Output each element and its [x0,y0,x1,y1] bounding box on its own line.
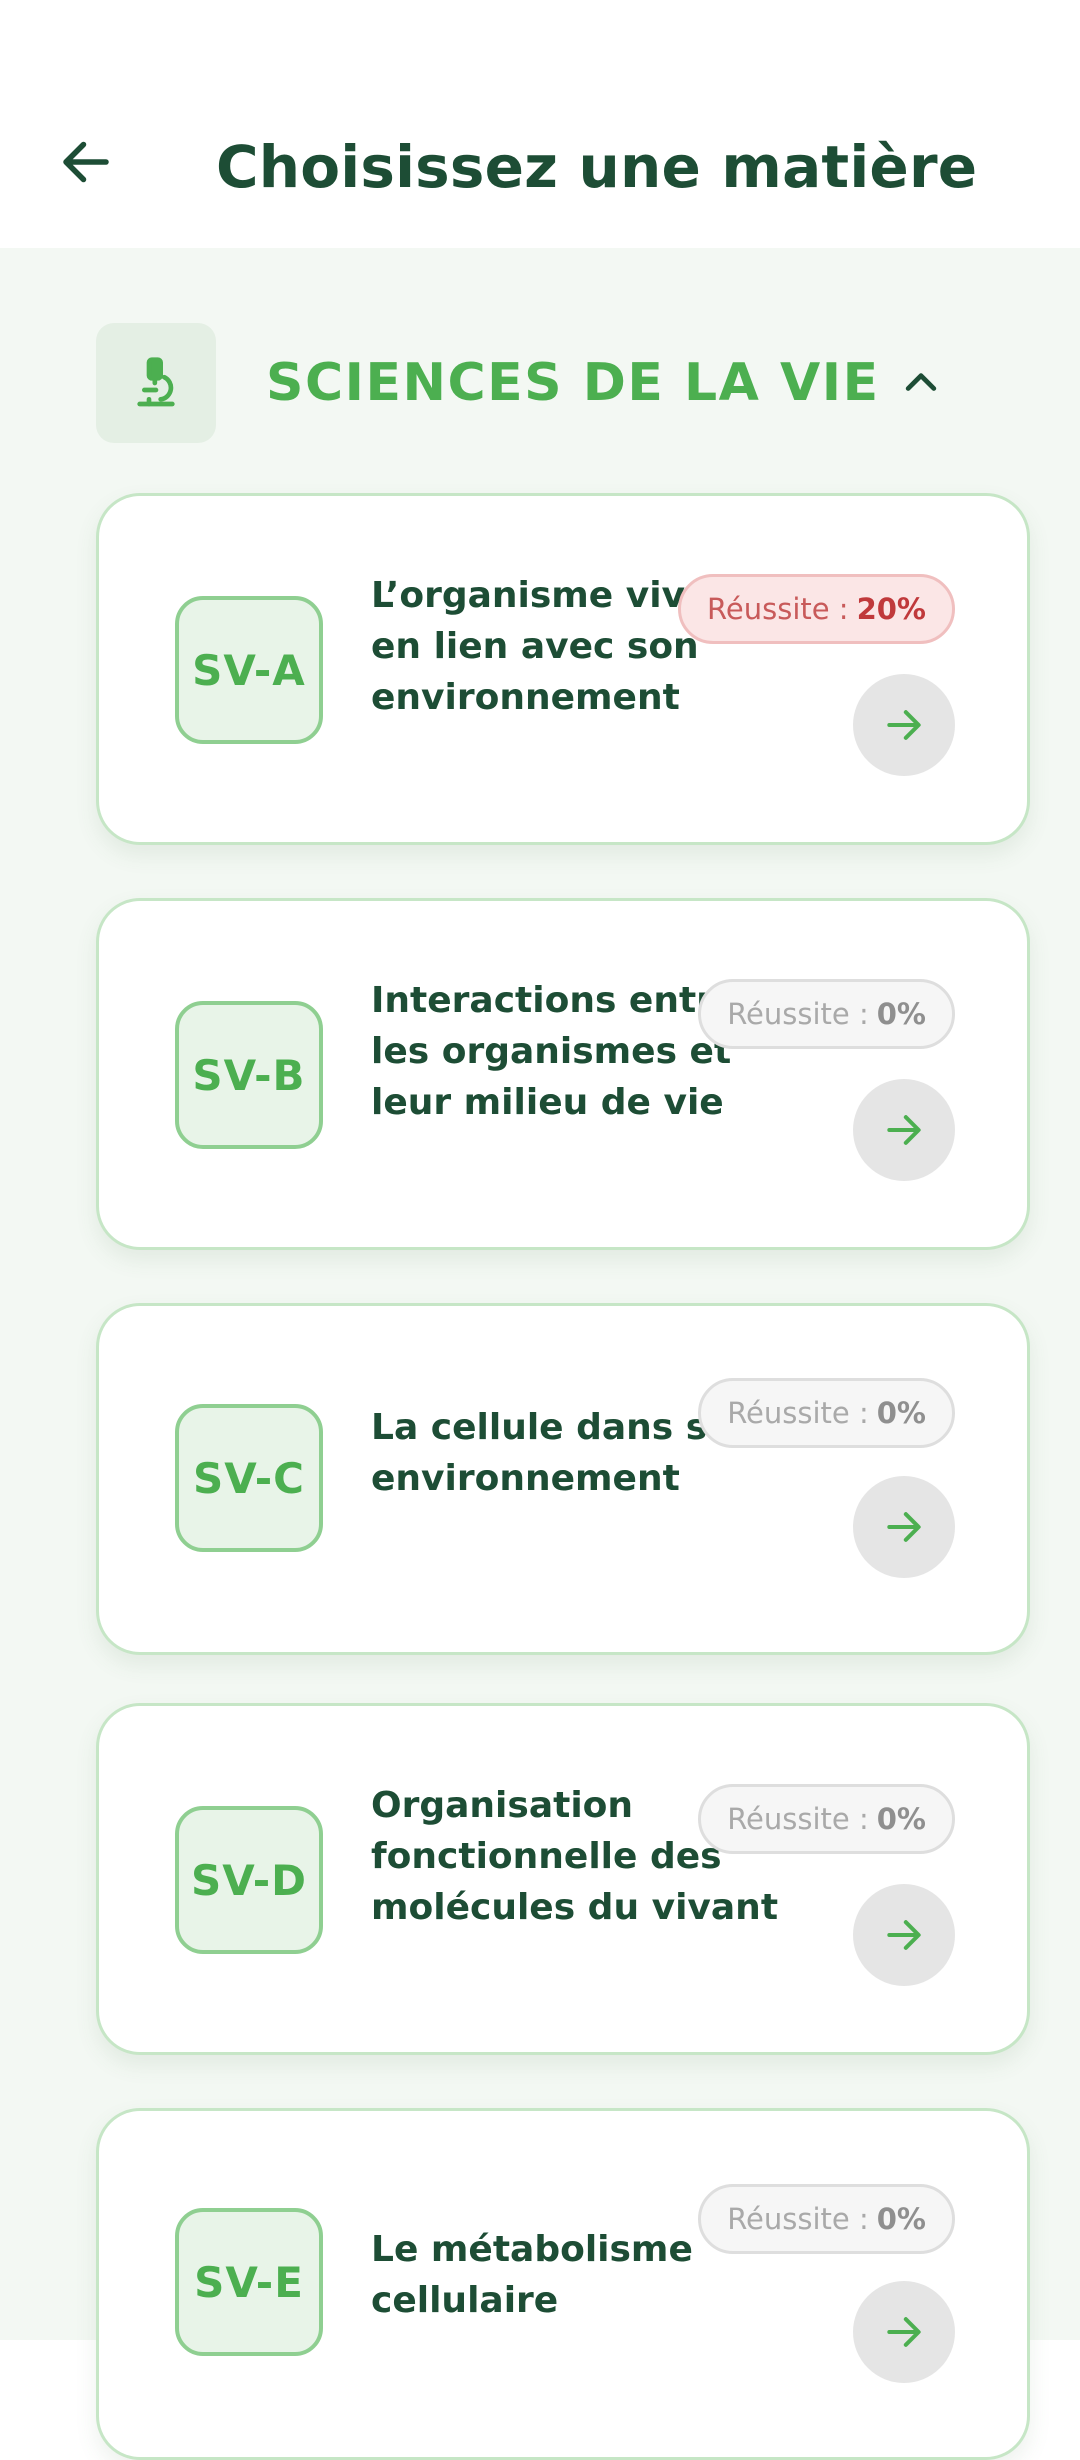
score-pill: Réussite : 20% [678,574,955,644]
section-title: SCIENCES DE LA VIE [266,353,880,413]
score-label: Réussite : [707,592,849,626]
score-pill: Réussite : 0% [698,2184,955,2254]
subject-card-sv-b[interactable]: SV-B Interactions entre les organismes e… [96,898,1030,1250]
score-value: 0% [876,1396,926,1430]
score-value: 0% [876,997,926,1031]
score-pill: Réussite : 0% [698,979,955,1049]
back-button[interactable] [46,122,126,202]
open-subject-button[interactable] [853,1079,955,1181]
open-subject-button[interactable] [853,1476,955,1578]
open-subject-button[interactable] [853,2281,955,2383]
score-label: Réussite : [727,1396,869,1430]
page-title: Choisissez une matière [216,133,978,201]
open-subject-button[interactable] [853,674,955,776]
score-pill: Réussite : 0% [698,1378,955,1448]
score-pill: Réussite : 0% [698,1784,955,1854]
subject-code-badge: SV-C [175,1404,323,1552]
subject-code-badge: SV-D [175,1806,323,1954]
arrow-right-icon [887,2317,921,2347]
open-subject-button[interactable] [853,1884,955,1986]
arrow-left-icon [63,141,109,183]
section-icon-box [96,323,216,443]
arrow-right-icon [887,1920,921,1950]
app-bar: Choisissez une matière [0,0,1080,248]
microscope-icon [137,357,175,407]
subject-list-area[interactable]: SCIENCES DE LA VIE SV-A L’organisme viva… [0,248,1080,2460]
subject-card-sv-e[interactable]: SV-E Le métabolisme cellulaire Réussite … [96,2108,1030,2460]
score-label: Réussite : [727,2202,869,2236]
subject-card-sv-d[interactable]: SV-D Organisation fonctionnelle des molé… [96,1703,1030,2055]
arrow-right-icon [887,710,921,740]
arrow-right-icon [887,1512,921,1542]
score-value: 20% [856,592,926,626]
chevron-up-icon [905,373,937,391]
score-value: 0% [876,1802,926,1836]
subject-card-sv-c[interactable]: SV-C La cellule dans son environnement R… [96,1303,1030,1655]
subject-code-badge: SV-A [175,596,323,744]
section-header-sciences-de-la-vie[interactable]: SCIENCES DE LA VIE [96,323,1006,443]
subject-code-badge: SV-B [175,1001,323,1149]
subject-card-sv-a[interactable]: SV-A L’organisme vivant en lien avec son… [96,493,1030,845]
collapse-button[interactable] [881,343,961,423]
score-label: Réussite : [727,997,869,1031]
score-value: 0% [876,2202,926,2236]
arrow-right-icon [887,1115,921,1145]
score-label: Réussite : [727,1802,869,1836]
subject-code-badge: SV-E [175,2208,323,2356]
